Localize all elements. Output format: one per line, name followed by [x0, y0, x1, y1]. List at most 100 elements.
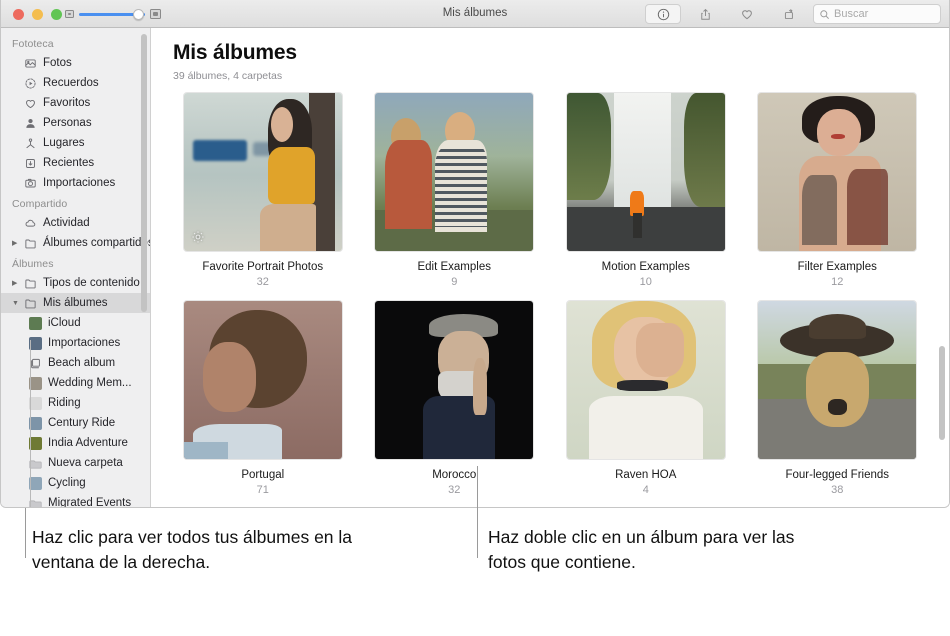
sidebar-item-fotos[interactable]: Fotos [1, 53, 150, 73]
album-cell[interactable]: Portugal 71 [173, 300, 353, 496]
album-name: Portugal [241, 469, 285, 481]
page-title: Mis álbumes [173, 41, 297, 64]
favorite-button[interactable] [729, 4, 765, 24]
album-cell[interactable]: Favorite Portrait Photos 32 [173, 92, 353, 288]
album-artwork [566, 301, 725, 459]
album-thumbnail[interactable] [374, 92, 535, 252]
album-grid: Favorite Portrait Photos 32 Edit Examples 9… [151, 82, 949, 507]
sidebar[interactable]: Fototeca Fotos Recuerdos Favoritos Personas L… [1, 28, 151, 507]
album-thumbnail[interactable] [565, 300, 726, 460]
album-artwork [183, 301, 342, 459]
sidebar-scrollbar[interactable] [141, 34, 147, 312]
sidebar-item-label: Mis álbumes [43, 297, 108, 309]
cloud-icon [22, 217, 39, 230]
sidebar-item-tipos-de-contenido[interactable]: ▶ Tipos de contenido [1, 273, 150, 293]
chevron-right-icon[interactable]: ▶ [12, 240, 22, 247]
callout-sidebar: Haz clic para ver todos tus álbumes en l… [32, 527, 353, 572]
album-thumbnail[interactable] [565, 92, 726, 252]
album-artwork [758, 301, 917, 459]
album-thumbnail[interactable] [757, 92, 918, 252]
callout-leader-line-sidebar [25, 508, 26, 558]
album-thumbnail [27, 316, 44, 330]
search-placeholder: Buscar [834, 8, 869, 20]
album-cell[interactable]: Filter Examples 12 [748, 92, 928, 288]
album-cell[interactable]: Motion Examples 10 [556, 92, 736, 288]
sidebar-item-label: Recuerdos [43, 77, 99, 89]
sidebar-item-personas[interactable]: Personas [1, 113, 150, 133]
sidebar-item-label: Álbumes compartidos [43, 237, 151, 249]
sidebar-item-actividad[interactable]: Actividad [1, 213, 150, 233]
memories-icon [22, 77, 39, 90]
sidebar-section-header: Fototeca [12, 38, 54, 50]
sidebar-section-header: Álbumes [12, 258, 54, 270]
sidebar-item-beach-album[interactable]: Beach album [1, 353, 150, 373]
sidebar-item-label: Tipos de contenido [43, 277, 140, 289]
chevron-down-icon[interactable]: ▼ [12, 300, 22, 307]
album-name: Edit Examples [417, 261, 491, 273]
callout-album: Haz doble clic en un álbum para ver las … [488, 527, 795, 572]
gear-icon [191, 230, 205, 244]
album-photo-count: 32 [448, 484, 461, 496]
chevron-right-icon[interactable]: ▶ [12, 280, 22, 287]
album-photo-count: 10 [639, 276, 652, 288]
sidebar-item-label: Favoritos [43, 97, 91, 109]
sidebar-item-lbumes-compartidos[interactable]: ▶ Álbumes compartidos [1, 233, 150, 253]
sidebar-item-mis-lbumes[interactable]: ▼ Mis álbumes [1, 293, 150, 313]
sidebar-item-recuerdos[interactable]: Recuerdos [1, 73, 150, 93]
sidebar-list: Fototeca Fotos Recuerdos Favoritos Personas L… [1, 33, 150, 507]
sidebar-item-migrated-events[interactable]: Migrated Events [1, 493, 150, 507]
main-header: Mis álbumes 39 álbumes, 4 carpetas [151, 28, 949, 82]
tree-indent-line [30, 340, 31, 507]
album-name: Four-legged Friends [785, 469, 890, 481]
album-artwork [566, 93, 725, 251]
album-thumbnail[interactable] [757, 300, 918, 460]
album-thumbnail[interactable] [374, 300, 535, 460]
album-photo-count: 32 [256, 276, 269, 288]
sidebar-item-label: iCloud [48, 317, 81, 329]
album-artwork [375, 93, 534, 251]
album-name: Raven HOA [615, 469, 677, 481]
album-name: Morocco [432, 469, 477, 481]
sidebar-item-label: Beach album [48, 357, 116, 369]
person-icon [22, 117, 39, 130]
sidebar-item-label: Recientes [43, 157, 95, 169]
folder-icon [22, 277, 39, 290]
sidebar-item-nueva-carpeta[interactable]: Nueva carpeta [1, 453, 150, 473]
photos-window: Mis álbumes Buscar Fototeca Fotos Recuer… [0, 0, 950, 508]
album-artwork [183, 93, 342, 251]
main-content: Mis álbumes 39 álbumes, 4 carpetas Favor… [151, 28, 949, 507]
sidebar-item-wedding-mem[interactable]: Wedding Mem... [1, 373, 150, 393]
album-name: Motion Examples [601, 261, 690, 273]
places-pin-icon [22, 137, 39, 150]
album-cell[interactable]: Four-legged Friends 38 [748, 300, 928, 496]
search-input[interactable]: Buscar [813, 4, 941, 24]
main-scrollbar[interactable] [939, 346, 945, 440]
sidebar-item-india-adventure[interactable]: India Adventure [1, 433, 150, 453]
album-photo-count: 12 [831, 276, 844, 288]
rotate-button[interactable] [771, 4, 807, 24]
album-cell[interactable]: Raven HOA 4 [556, 300, 736, 496]
heart-icon [22, 97, 39, 110]
album-thumbnail[interactable] [182, 300, 343, 460]
sidebar-item-favoritos[interactable]: Favoritos [1, 93, 150, 113]
sidebar-section-header: Compartido [12, 198, 68, 210]
page-subtitle: 39 álbumes, 4 carpetas [173, 70, 283, 82]
sidebar-item-importaciones[interactable]: Importaciones [1, 173, 150, 193]
album-photo-count: 9 [451, 276, 458, 288]
sidebar-item-recientes[interactable]: Recientes [1, 153, 150, 173]
sidebar-item-label: Riding [48, 397, 81, 409]
info-button[interactable] [645, 4, 681, 24]
sidebar-item-century-ride[interactable]: Century Ride [1, 413, 150, 433]
sidebar-item-lugares[interactable]: Lugares [1, 133, 150, 153]
album-cell[interactable]: Edit Examples 9 [365, 92, 545, 288]
sidebar-item-importaciones[interactable]: Importaciones [1, 333, 150, 353]
sidebar-item-riding[interactable]: Riding [1, 393, 150, 413]
share-button[interactable] [687, 4, 723, 24]
sidebar-item-cycling[interactable]: Cycling [1, 473, 150, 493]
sidebar-item-icloud[interactable]: iCloud [1, 313, 150, 333]
sidebar-item-label: Fotos [43, 57, 72, 69]
album-cell[interactable]: Morocco 32 [365, 300, 545, 496]
album-photo-count: 38 [831, 484, 844, 496]
album-thumbnail [29, 316, 42, 330]
album-thumbnail[interactable] [182, 92, 343, 252]
